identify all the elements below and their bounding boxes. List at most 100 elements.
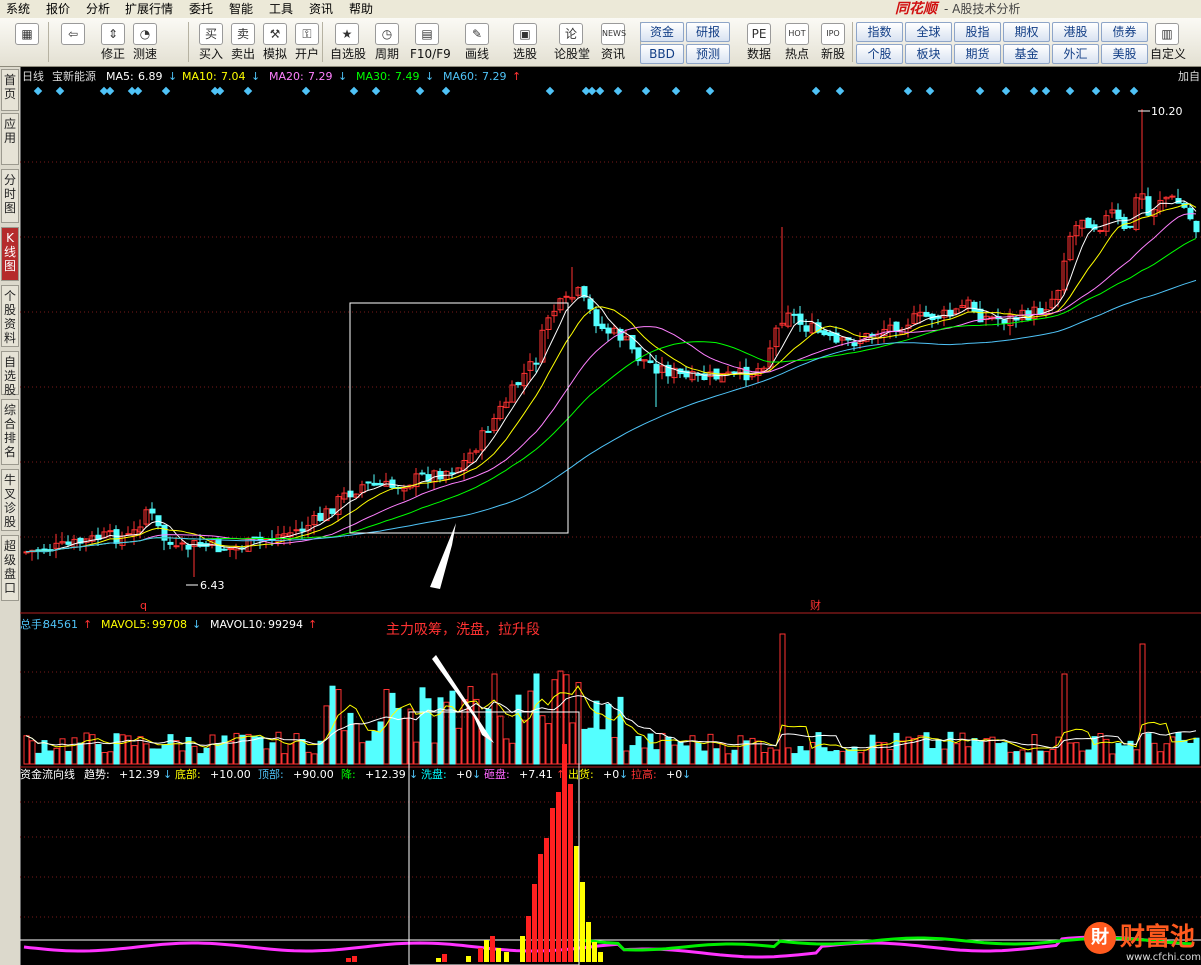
add-watchlist-tab[interactable]: 加自 (1178, 70, 1200, 83)
volume-bar (1007, 751, 1014, 765)
market-btn-6[interactable]: 个股 (856, 44, 903, 64)
side-tab-1[interactable]: 应用 (1, 113, 19, 165)
quick-btn-3[interactable]: 预测 (686, 44, 730, 64)
market-btn-1[interactable]: 全球 (905, 22, 952, 42)
side-tab-label: 综合排名 (3, 403, 16, 459)
volume-bar (101, 752, 108, 765)
toolbar-btn-9[interactable]: ◷ 周期 (370, 21, 404, 63)
toolbar-btn-4[interactable]: 买买入 (194, 21, 228, 63)
toolbar-btn-label: 测速 (132, 47, 157, 61)
signal-diamond (595, 86, 605, 96)
lock-icon: ⚿ (295, 23, 319, 45)
side-tab-3[interactable]: K线图 (1, 227, 19, 281)
side-tab-6[interactable]: 综合排名 (1, 399, 19, 465)
app-subtitle: - A股技术分析 (944, 2, 1021, 16)
flow-legend-label: 拉高: (631, 767, 657, 781)
toolbar-btn-13[interactable]: 论论股堂 (554, 21, 590, 63)
signal-diamond (545, 86, 555, 96)
toolbar-btn-18[interactable]: ▥ 自定义 (1150, 21, 1186, 63)
toolbar-btn-7[interactable]: ⚿ 开户 (290, 21, 324, 63)
side-tab-5[interactable]: 自选股 (1, 351, 19, 397)
market-btn-11[interactable]: 美股 (1101, 44, 1148, 64)
volume-bar (539, 715, 546, 765)
menu-smart[interactable]: 智能 (229, 1, 253, 17)
toolbar-btn-11[interactable]: ✎ 画线 (460, 21, 494, 63)
side-tab-7[interactable]: 牛叉诊股 (1, 469, 19, 531)
volume-bar (1115, 742, 1122, 765)
market-btn-9[interactable]: 基金 (1003, 44, 1050, 64)
signal-diamond (1001, 86, 1011, 96)
toolbar-btn-5[interactable]: 卖卖出 (226, 21, 260, 63)
ma-legend-label: MA60: (443, 70, 478, 83)
volume-bar (1043, 751, 1050, 765)
candle-body (227, 547, 234, 550)
toolbar-btn-label: 画线 (464, 47, 489, 61)
market-btn-3[interactable]: 期权 (1003, 22, 1050, 42)
signal-diamond (215, 86, 225, 96)
menu-system[interactable]: 系统 (6, 1, 30, 17)
market-btn-2[interactable]: 股指 (954, 22, 1001, 42)
market-btn-0[interactable]: 指数 (856, 22, 903, 42)
side-tab-label: 自选股 (3, 355, 16, 397)
menu-extended-market[interactable]: 扩展行情 (125, 1, 173, 17)
toolbar-btn-1[interactable]: ⇦ (56, 21, 90, 63)
toolbar-separator (852, 22, 853, 62)
market-btn-7[interactable]: 板块 (905, 44, 952, 64)
toolbar-btn-2[interactable]: ⇕ 修正 (96, 21, 130, 63)
pencil-icon: ✎ (465, 23, 489, 45)
volume-bar (1061, 673, 1068, 765)
toolbar-btn-16[interactable]: HOT 热点 (780, 21, 814, 63)
toolbar-btn-8[interactable]: ★ 自选股 (330, 21, 366, 63)
volume-bar (869, 734, 876, 765)
flow-bar (538, 854, 543, 962)
menu-news[interactable]: 资讯 (309, 1, 333, 17)
toolbar-btn-12[interactable]: ▣ 选股 (508, 21, 542, 63)
volume-bar (887, 749, 894, 765)
side-tab-8[interactable]: 超级盘口 (1, 535, 19, 601)
flow-bar (592, 942, 597, 962)
volume-bar (83, 732, 90, 765)
market-btn-10[interactable]: 外汇 (1052, 44, 1099, 64)
quick-btn-0[interactable]: 资金 (640, 22, 684, 42)
volume-bar (821, 747, 828, 765)
volume-bar (35, 752, 42, 765)
side-tab-0[interactable]: 首页 (1, 69, 19, 111)
toolbar-btn-15[interactable]: PE 数据 (742, 21, 776, 63)
candle-body (1193, 220, 1200, 233)
volume-bar (209, 734, 216, 765)
side-tab-2[interactable]: 分时图 (1, 169, 19, 223)
menu-trade[interactable]: 委托 (189, 1, 213, 17)
toolbar-btn-6[interactable]: ⚒ 模拟 (258, 21, 292, 63)
market-btn-4[interactable]: 港股 (1052, 22, 1099, 42)
signal-diamond (1111, 86, 1121, 96)
toolbar-btn-10[interactable]: ▤ F10/F9 (410, 21, 451, 63)
volume-bar (623, 750, 630, 765)
side-tab-4[interactable]: 个股资料 (1, 285, 19, 347)
ma-legend-value: 6.89 (138, 70, 163, 83)
menu-analysis[interactable]: 分析 (86, 1, 110, 17)
volume-bar (995, 743, 1002, 765)
signal-diamond (587, 86, 597, 96)
menu-quote[interactable]: 报价 (46, 1, 70, 17)
toolbar-btn-label: 开户 (294, 47, 319, 61)
stock-chart[interactable]: 日线 宝新能源 MA5: 6.89 ↓ MA10: 7.04 ↓ MA20: 7.29 ↓ MA3… (20, 67, 1201, 965)
volume-bar (155, 748, 162, 765)
volume-bar (215, 742, 222, 765)
toolbar-btn-0[interactable]: ▦ (10, 21, 44, 63)
flow-legend-label: 底部: (175, 767, 201, 781)
volume-bar (329, 685, 336, 765)
market-btn-8[interactable]: 期货 (954, 44, 1001, 64)
quick-btn-1[interactable]: 研报 (686, 22, 730, 42)
menu-help[interactable]: 帮助 (349, 1, 373, 17)
flow-bar (466, 956, 471, 962)
pe-icon: PE (747, 23, 771, 45)
menu-tools[interactable]: 工具 (269, 1, 293, 17)
toolbar-btn-14[interactable]: NEWS 资讯 (596, 21, 630, 63)
toolbar-btn-3[interactable]: ◔ 测速 (128, 21, 162, 63)
highlight-box (349, 302, 569, 534)
signal-diamond (55, 86, 65, 96)
quick-btn-2[interactable]: BBD (640, 44, 684, 64)
market-btn-5[interactable]: 债券 (1101, 22, 1148, 42)
flow-legend-value: +12.39 (119, 768, 160, 781)
toolbar-btn-17[interactable]: IPO 新股 (816, 21, 850, 63)
